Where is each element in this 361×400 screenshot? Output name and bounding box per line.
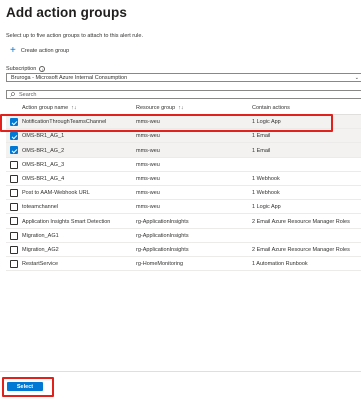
action-group-name: Post to AAM-Webhook URL (22, 190, 90, 197)
action-group-name: OMS-BR1_AG_1 (22, 133, 65, 140)
action-group-name: toteamchannel (22, 204, 59, 211)
column-header-contain-actions: Contain actions (252, 105, 290, 111)
action-group-name: OMS-BR1_AG_2 (22, 147, 65, 154)
row-checkbox[interactable] (10, 160, 18, 169)
action-group-name: Application Insights Smart Detection (22, 218, 111, 225)
resource-group: mms-weu (136, 119, 160, 126)
subscription-label: Subscription (6, 66, 37, 72)
table-row[interactable]: Post to AAM-Webhook URL mms-weu 1 Webhook (6, 186, 361, 201)
subscription-value: Bruroga - Microsoft Azure Internal Consu… (11, 75, 128, 82)
select-button[interactable]: Select (7, 382, 43, 391)
contain-actions: 1 Logic App (252, 204, 281, 211)
table-row[interactable]: OMS-BR1_AG_4 mms-weu 1 Webhook (6, 172, 361, 186)
table-row[interactable]: Migration_AG1 rg-ApplicationInsights (6, 229, 361, 243)
row-checkbox[interactable] (10, 132, 18, 141)
resource-group: mms-weu (136, 190, 160, 197)
contain-actions: 1 Logic App (252, 119, 281, 126)
create-action-group-label: Create action group (20, 48, 70, 54)
table-row[interactable]: RestartService rg-HomeMonitoring 1 Automat… (6, 257, 361, 272)
table-row[interactable]: Application Insights Smart Detection rg-A… (6, 214, 361, 229)
table-row[interactable]: OMS-BR1_AG_1 mms-weu 1 Email (6, 129, 361, 144)
sort-icon: ↑↓ (178, 105, 184, 111)
action-group-name: Migration_AG2 (22, 246, 59, 253)
search-field[interactable] (6, 90, 361, 99)
footer-divider (0, 371, 361, 372)
column-header-resource-group[interactable]: Resource group ↑↓ (136, 105, 184, 111)
subscription-dropdown[interactable]: Bruroga - Microsoft Azure Internal Consu… (6, 73, 361, 82)
resource-group: mms-weu (136, 204, 160, 211)
plus-icon: + (10, 45, 16, 56)
contain-actions: 2 Email Azure Resource Manager Roles (252, 246, 350, 253)
resource-group: mms-weu (136, 161, 160, 168)
chevron-down-icon: ⌄ (354, 75, 359, 81)
resource-group: mms-weu (136, 147, 160, 154)
table-body: NotificationThroughTeamsChannel mms-weu 1 … (6, 115, 361, 272)
table-row[interactable]: OMS-BR1_AG_2 mms-weu 1 Email (6, 143, 361, 158)
row-checkbox[interactable] (10, 217, 18, 226)
search-input[interactable] (19, 91, 319, 99)
subscription-label-row: Subscription i (6, 66, 46, 72)
resource-group: mms-weu (136, 133, 160, 140)
row-checkbox[interactable] (10, 203, 18, 212)
sort-icon: ↑↓ (71, 105, 77, 111)
table-row[interactable]: Migration_AG2 rg-ApplicationInsights 2 Ema… (6, 243, 361, 257)
resource-group: mms-weu (136, 175, 160, 182)
row-checkbox[interactable] (10, 259, 18, 268)
resource-group: rg-ApplicationInsights (136, 232, 189, 239)
search-icon (10, 92, 15, 97)
info-icon[interactable]: i (39, 66, 46, 72)
row-checkbox[interactable] (10, 188, 18, 197)
action-group-name: OMS-BR1_AG_3 (22, 161, 65, 168)
action-groups-table: Action group name ↑↓ Resource group ↑↓ Con… (6, 101, 361, 272)
contain-actions: 1 Email (252, 133, 271, 140)
resource-group: rg-ApplicationInsights (136, 218, 189, 225)
contain-actions: 1 Webhook (252, 175, 280, 182)
resource-group: rg-ApplicationInsights (136, 246, 189, 253)
row-checkbox[interactable] (10, 146, 18, 155)
action-group-name: Migration_AG1 (22, 232, 59, 239)
create-action-group-button[interactable]: + Create action group (10, 45, 70, 56)
page-title: Add action groups (6, 5, 127, 20)
action-group-name: OMS-BR1_AG_4 (22, 175, 65, 182)
column-header-resource-group-label: Resource group (136, 105, 176, 111)
table-row[interactable]: NotificationThroughTeamsChannel mms-weu 1 … (6, 115, 361, 130)
resource-group: rg-HomeMonitoring (136, 261, 184, 268)
row-checkbox[interactable] (10, 231, 18, 240)
page-subtitle: Select up to five action groups to attac… (6, 33, 143, 39)
table-header: Action group name ↑↓ Resource group ↑↓ Con… (6, 101, 361, 115)
action-group-name: NotificationThroughTeamsChannel (22, 119, 107, 126)
contain-actions: 1 Webhook (252, 190, 280, 197)
action-group-name: RestartService (22, 261, 59, 268)
column-header-name[interactable]: Action group name ↑↓ (22, 105, 77, 111)
contain-actions: 1 Automation Runbook (252, 261, 308, 268)
row-checkbox[interactable] (10, 245, 18, 254)
row-checkbox[interactable] (10, 174, 18, 183)
contain-actions: 1 Email (252, 147, 271, 154)
column-header-name-label: Action group name (22, 105, 69, 111)
table-row[interactable]: OMS-BR1_AG_3 mms-weu (6, 158, 361, 172)
row-checkbox[interactable] (10, 118, 18, 126)
contain-actions: 2 Email Azure Resource Manager Roles (252, 218, 350, 225)
table-row[interactable]: toteamchannel mms-weu 1 Logic App (6, 200, 361, 215)
